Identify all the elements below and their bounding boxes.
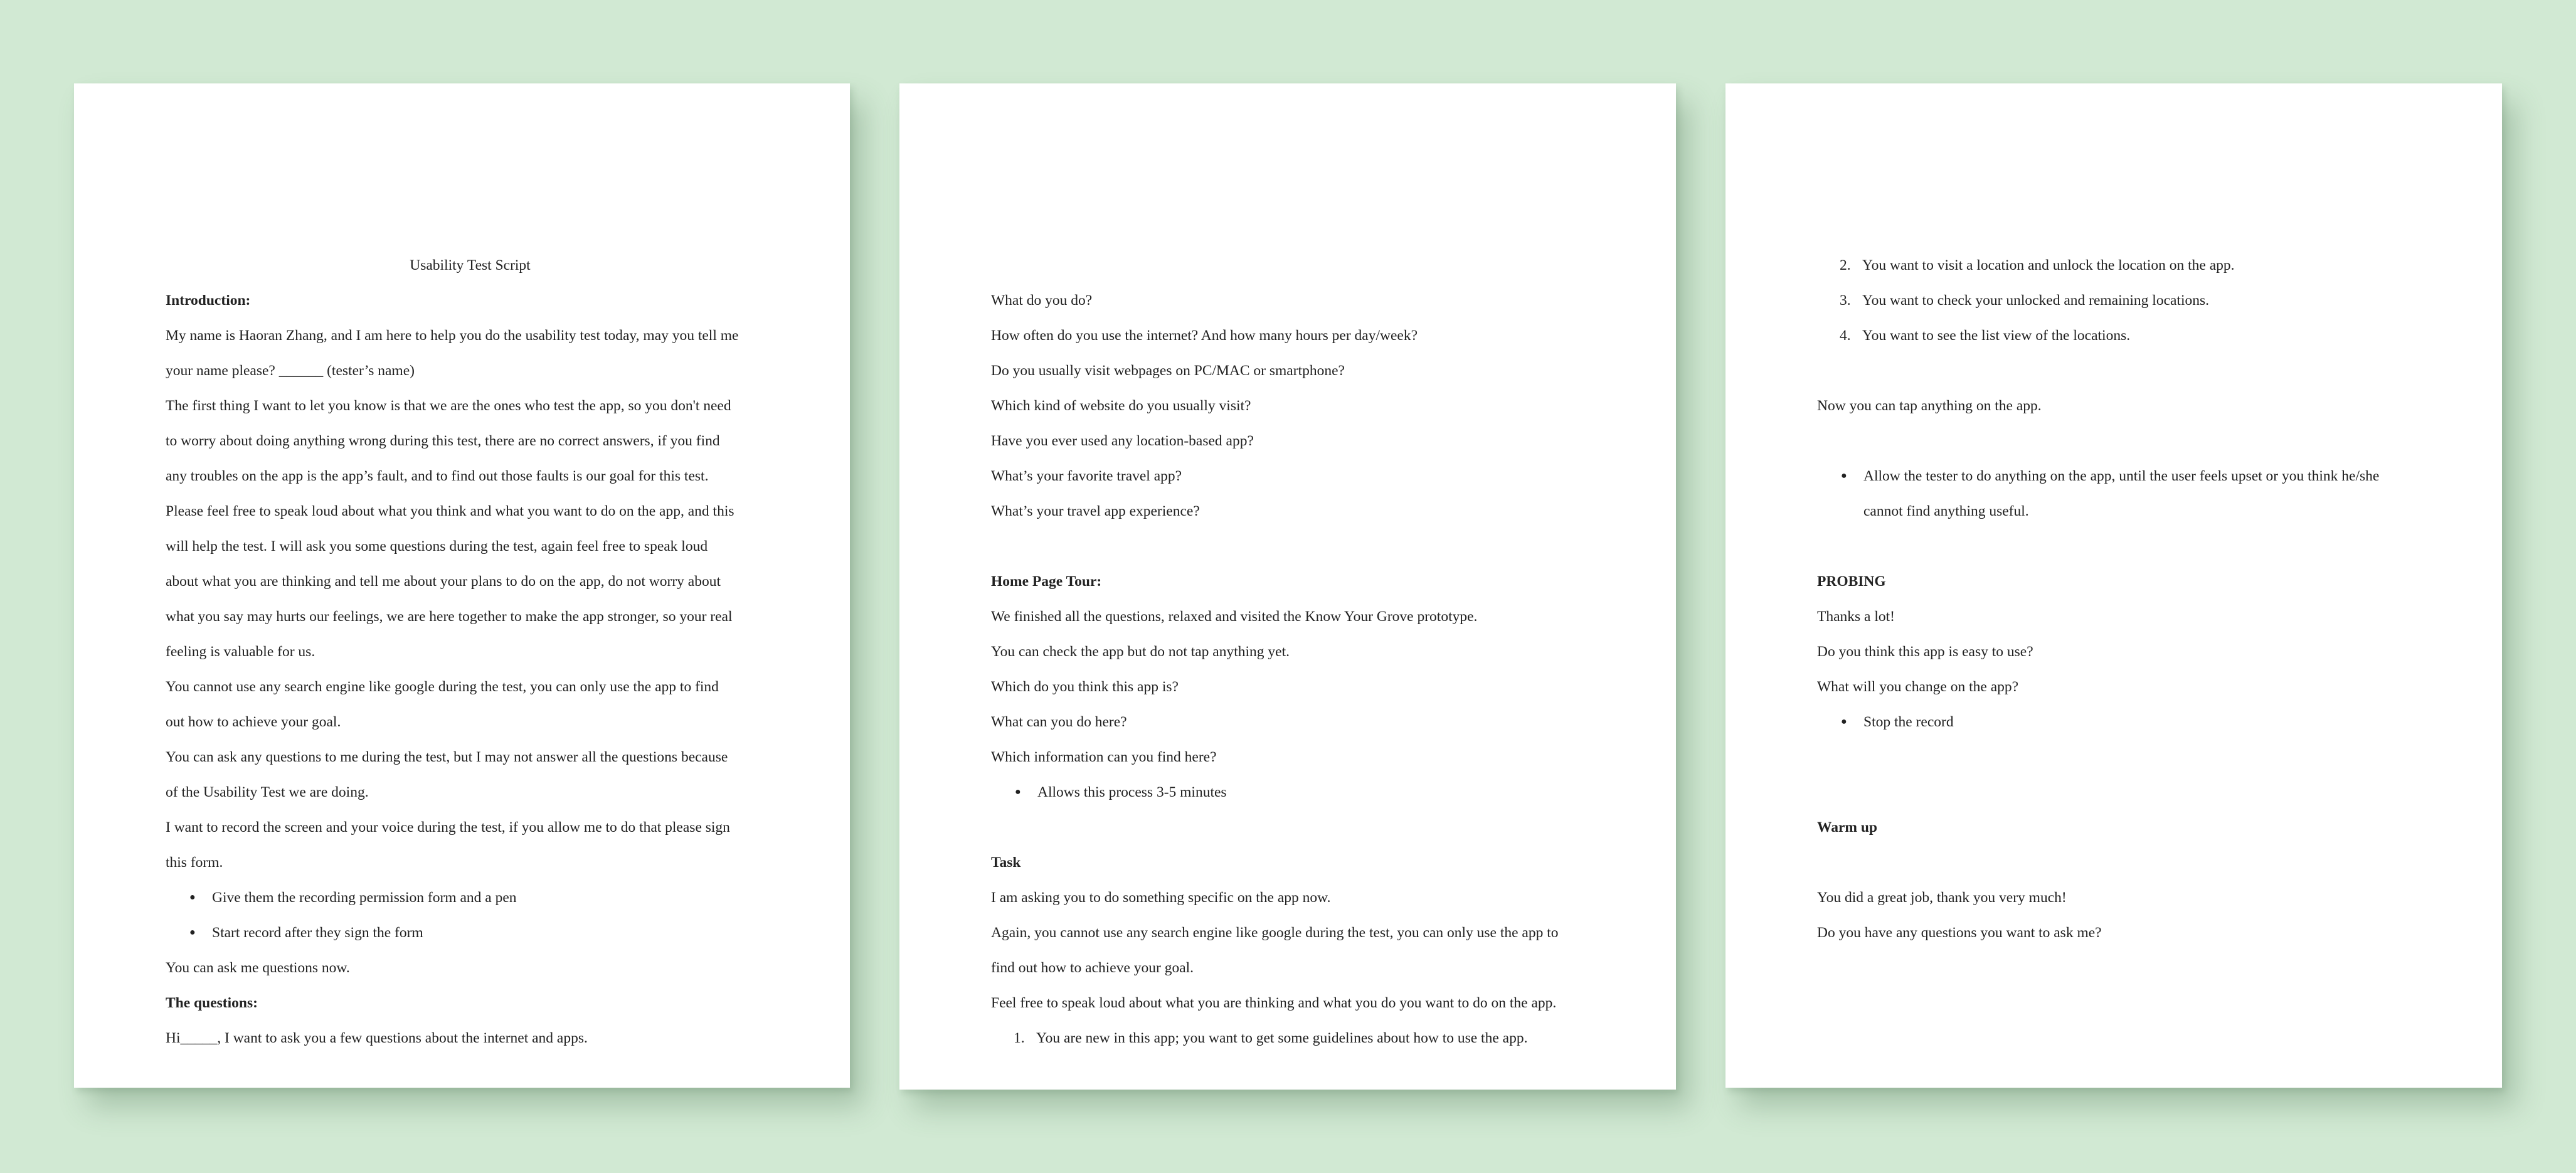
intro-line: feeling is valuable for us. [166, 644, 315, 660]
task-line: Again, you cannot use any search engine … [991, 925, 1559, 941]
intro-line: out how to achieve your goal. [166, 714, 341, 730]
probing-line: Do you think this app is easy to use? [1817, 644, 2033, 660]
task-line: I am asking you to do something specific… [991, 889, 1331, 906]
tour-line: We finished all the questions, relaxed a… [991, 608, 1478, 625]
document-title: Usability Test Script [410, 257, 531, 273]
intro-line: your name please? ______ (tester’s name) [166, 363, 415, 379]
question-item: What do you do? [991, 292, 1093, 309]
task-number: 4. [1840, 327, 1851, 344]
intro-line: will help the test. I will ask you some … [166, 538, 708, 555]
task-number: 3. [1840, 292, 1851, 309]
tour-line: Which do you think this app is? [991, 679, 1179, 695]
intro-line: The first thing I want to let you know i… [166, 398, 731, 414]
task-line: Feel free to speak loud about what you a… [991, 995, 1557, 1011]
tap-anything-line: Now you can tap anything on the app. [1817, 398, 2042, 414]
intro-line: any troubles on the app is the app’s fau… [166, 468, 709, 484]
numbered-task-item: 3. You want to check your unlocked and r… [1817, 283, 2427, 318]
probing-heading: PROBING [1817, 573, 1886, 590]
question-item: What’s your travel app experience? [991, 503, 1200, 519]
task-heading: Task [991, 854, 1021, 871]
document-page-3: 2. You want to visit a location and unlo… [1725, 83, 2502, 1088]
intro-line: You can ask any questions to me during t… [166, 749, 728, 765]
introduction-heading: Introduction: [166, 292, 251, 309]
numbered-task-item: 2. You want to visit a location and unlo… [1817, 248, 2427, 283]
intro-line: You cannot use any search engine like go… [166, 679, 719, 695]
task-text: You are new in this app; you want to get… [1036, 1030, 1528, 1046]
bullet-item: Start record after they sign the form [166, 915, 775, 950]
closing-line: You did a great job, thank you very much… [1817, 889, 2067, 906]
document-page-2: What do you do? How often do you use the… [899, 83, 1676, 1090]
bullet-continuation: cannot find anything useful. [1863, 503, 2029, 519]
bullet-item: Allow the tester to do anything on the a… [1817, 459, 2427, 494]
tour-line: You can check the app but do not tap any… [991, 644, 1290, 660]
tour-line: What can you do here? [991, 714, 1127, 730]
bullet-item: Give them the recording permission form … [166, 880, 775, 915]
ask-questions-line: You can ask me questions now. [166, 960, 350, 976]
home-page-tour-heading: Home Page Tour: [991, 573, 1102, 590]
questions-intro-line: Hi_____, I want to ask you a few questio… [166, 1030, 588, 1046]
task-number: 2. [1840, 257, 1851, 273]
intro-line: I want to record the screen and your voi… [166, 819, 730, 836]
intro-line: about what you are thinking and tell me … [166, 573, 721, 590]
warm-up-heading: Warm up [1817, 819, 1877, 836]
intro-line: of the Usability Test we are doing. [166, 784, 369, 800]
bullet-item: Stop the record [1817, 704, 2427, 740]
probing-line: What will you change on the app? [1817, 679, 2019, 695]
question-item: Do you usually visit webpages on PC/MAC … [991, 363, 1345, 379]
questions-heading: The questions: [166, 995, 258, 1011]
intro-line: My name is Haoran Zhang, and I am here t… [166, 327, 739, 344]
task-number: 1. [1014, 1030, 1025, 1046]
task-text: You want to check your unlocked and rema… [1862, 292, 2210, 309]
numbered-task-item: 4. You want to see the list view of the … [1817, 318, 2427, 353]
question-item: Have you ever used any location-based ap… [991, 433, 1254, 449]
document-page-1: Usability Test Script Introduction: My n… [74, 83, 850, 1088]
probing-line: Thanks a lot! [1817, 608, 1895, 625]
question-item: Which kind of website do you usually vis… [991, 398, 1251, 414]
task-line: find out how to achieve your goal. [991, 960, 1194, 976]
intro-line: this form. [166, 854, 223, 871]
task-text: You want to see the list view of the loc… [1862, 327, 2131, 344]
intro-line: Please feel free to speak loud about wha… [166, 503, 734, 519]
closing-line: Do you have any questions you want to as… [1817, 925, 2102, 941]
question-item: How often do you use the internet? And h… [991, 327, 1418, 344]
numbered-task-item: 1. You are new in this app; you want to … [991, 1021, 1601, 1056]
intro-line: to worry about doing anything wrong duri… [166, 433, 720, 449]
bullet-item: Allows this process 3-5 minutes [991, 775, 1601, 810]
question-item: What’s your favorite travel app? [991, 468, 1182, 484]
task-text: You want to visit a location and unlock … [1862, 257, 2235, 273]
tour-line: Which information can you find here? [991, 749, 1217, 765]
intro-line: what you say may hurts our feelings, we … [166, 608, 733, 625]
